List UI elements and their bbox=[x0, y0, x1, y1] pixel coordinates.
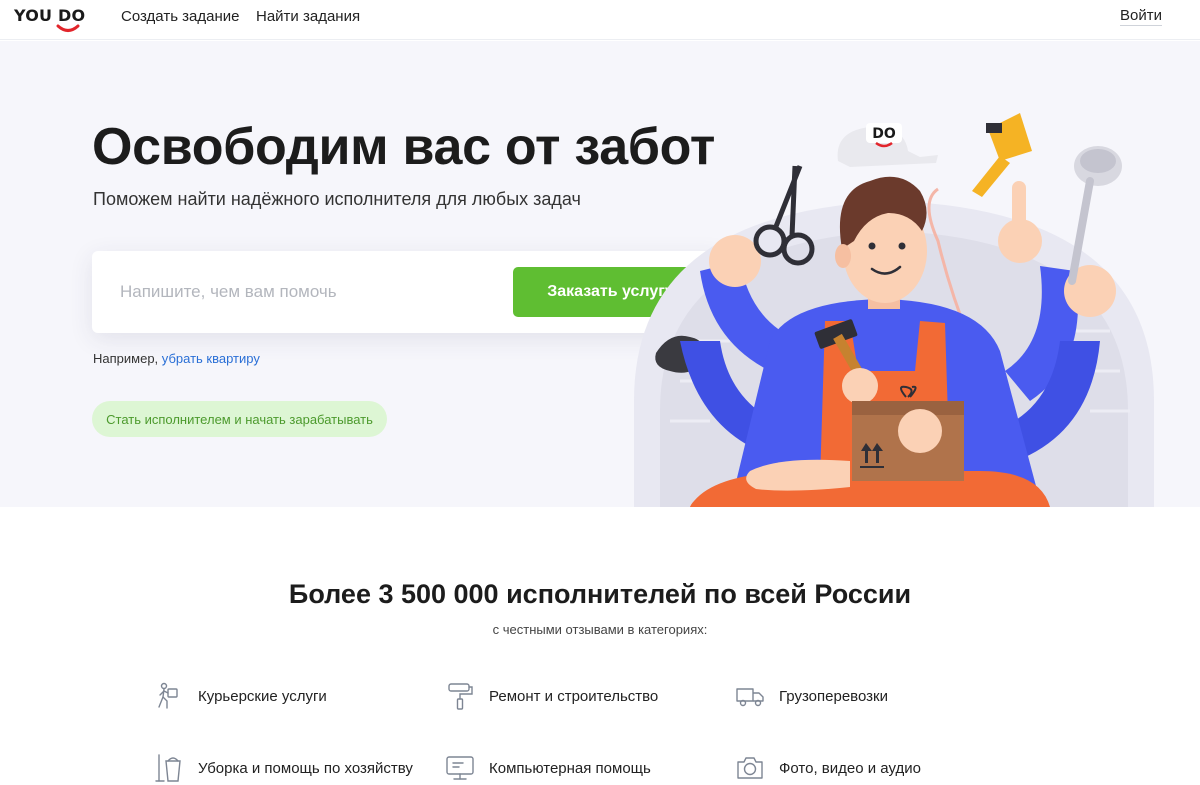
camera-icon bbox=[737, 757, 763, 779]
task-search-input[interactable] bbox=[120, 273, 500, 311]
bucket-icon bbox=[155, 754, 181, 782]
site-header: YOU DO Создать задание Найти задания Вой… bbox=[0, 0, 1200, 40]
category-label: Фото, видео и аудио bbox=[779, 759, 921, 777]
become-performer-button[interactable]: Стать исполнителем и начать зарабатывать bbox=[92, 401, 387, 437]
cap-logo-text: DO bbox=[872, 126, 896, 142]
example-prefix: Например, bbox=[93, 351, 159, 366]
stats-subtitle: с честными отзывами в категориях: bbox=[492, 622, 708, 637]
login-link[interactable]: Войти bbox=[1120, 7, 1162, 26]
nav-find-tasks[interactable]: Найти задания bbox=[256, 8, 360, 25]
category-photo[interactable]: Фото, видео и аудио bbox=[735, 753, 921, 783]
nav-create-task[interactable]: Создать задание bbox=[121, 8, 240, 25]
category-cleaning[interactable]: Уборка и помощь по хозяйству bbox=[154, 753, 413, 783]
example-link[interactable]: убрать квартиру bbox=[162, 351, 260, 366]
logo-smile-icon bbox=[56, 24, 80, 32]
category-cargo[interactable]: Грузоперевозки bbox=[735, 681, 888, 711]
monitor-icon bbox=[446, 756, 474, 780]
category-courier[interactable]: Курьерские услуги bbox=[154, 681, 327, 711]
category-label: Уборка и помощь по хозяйству bbox=[198, 759, 413, 777]
category-label: Ремонт и строительство bbox=[489, 687, 659, 705]
hero-section: Освободим вас от забот Поможем найти над… bbox=[0, 41, 1200, 507]
category-repair[interactable]: Ремонт и строительство bbox=[445, 681, 658, 711]
category-label: Курьерские услуги bbox=[198, 687, 327, 705]
paint-roller-icon bbox=[448, 683, 473, 710]
category-computer[interactable]: Компьютерная помощь bbox=[445, 753, 651, 783]
truck-icon bbox=[736, 688, 764, 707]
logo-text: YOU DO bbox=[14, 6, 86, 25]
hero-subtitle: Поможем найти надёжного исполнителя для … bbox=[93, 189, 581, 209]
youdo-logo[interactable]: YOU DO bbox=[14, 4, 86, 34]
stats-title: Более 3 500 000 исполнителей по всей Рос… bbox=[288, 579, 912, 609]
courier-icon bbox=[158, 682, 178, 709]
hero-illustration: DO bbox=[634, 113, 1154, 507]
category-label: Компьютерная помощь bbox=[489, 759, 651, 777]
category-label: Грузоперевозки bbox=[779, 687, 888, 705]
example-hint: Например, убрать квартиру bbox=[93, 351, 260, 366]
